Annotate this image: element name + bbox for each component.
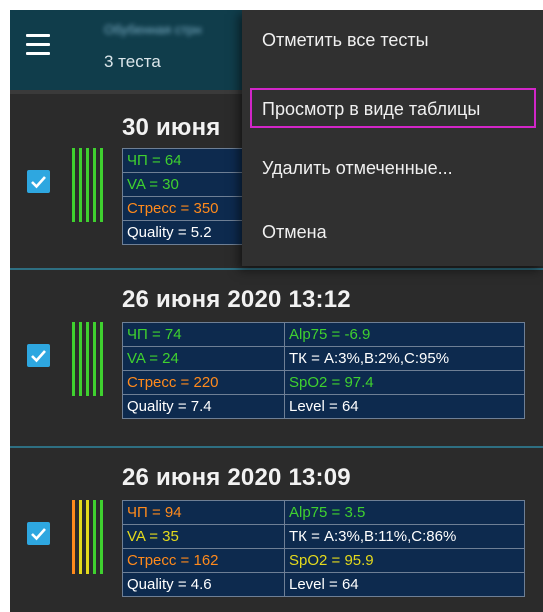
quality-value: Quality = 7.4	[122, 394, 285, 419]
test-date: 26 июня 2020 13:09	[122, 464, 351, 491]
table-row: ЧП = 94 Alp75 = 3.5	[122, 500, 525, 525]
table-row: Стресс = 162 SpO2 = 95.9	[122, 548, 525, 573]
table-row: VA = 35 ТК = A:3%,B:11%,C:86%	[122, 524, 525, 549]
heart-rate-value: ЧП = 94	[122, 500, 285, 525]
table-row: VA = 24 ТК = A:3%,B:2%,C:95%	[122, 346, 525, 371]
menu-item-label: Отметить все тесты	[262, 30, 429, 50]
menu-item-select-all[interactable]: Отметить все тесты	[242, 10, 543, 74]
test-date: 26 июня 2020 13:12	[122, 286, 351, 313]
test-checkbox[interactable]	[27, 522, 50, 545]
menu-item-label: Просмотр в виде таблицы	[262, 99, 481, 119]
menu-item-label: Отмена	[262, 222, 327, 242]
test-checkbox[interactable]	[27, 170, 50, 193]
stress-value: Стресс = 162	[122, 548, 285, 573]
table-row: ЧП = 74 Alp75 = -6.9	[122, 322, 525, 347]
hamburger-menu-icon[interactable]	[24, 32, 54, 58]
table-row: Quality = 7.4 Level = 64	[122, 394, 525, 419]
quality-bars-icon	[72, 148, 106, 222]
alpha-value: Alp75 = -6.9	[284, 322, 525, 347]
test-checkbox[interactable]	[27, 344, 50, 367]
overflow-menu: Отметить все тесты Просмотр в виде табли…	[242, 10, 543, 266]
tk-value: ТК = A:3%,B:11%,C:86%	[284, 524, 525, 549]
menu-item-label: Удалить отмеченные...	[262, 158, 453, 178]
level-value: Level = 64	[284, 572, 525, 597]
test-card-3[interactable]: 26 июня 2020 13:09 ЧП = 94 Alp75 = 3.5 VA…	[10, 448, 543, 612]
toolbar-subtitle: 3 теста	[104, 52, 161, 71]
spo2-value: SpO2 = 97.4	[284, 370, 525, 395]
table-row: Стресс = 220 SpO2 = 97.4	[122, 370, 525, 395]
test-metrics-table: ЧП = 74 Alp75 = -6.9 VA = 24 ТК = A:3%,B:2…	[122, 322, 525, 419]
toolbar-title: Обубенная стрн	[104, 22, 202, 37]
menu-item-delete-selected[interactable]: Удалить отмеченные...	[242, 138, 543, 202]
quality-bars-icon	[72, 322, 106, 396]
test-date: 30 июня	[122, 114, 221, 141]
menu-item-table-view[interactable]: Просмотр в виде таблицы	[250, 88, 536, 128]
tk-value: ТК = A:3%,B:2%,C:95%	[284, 346, 525, 371]
test-metrics-table: ЧП = 94 Alp75 = 3.5 VA = 35 ТК = A:3%,B:11…	[122, 500, 525, 597]
test-card-2[interactable]: 26 июня 2020 13:12 ЧП = 74 Alp75 = -6.9 V…	[10, 270, 543, 446]
va-value: VA = 24	[122, 346, 285, 371]
heart-rate-value: ЧП = 74	[122, 322, 285, 347]
quality-value: Quality = 4.6	[122, 572, 285, 597]
app-screen: Обубенная стрн 3 теста 30 июня ЧП = 64 V…	[10, 10, 543, 612]
level-value: Level = 64	[284, 394, 525, 419]
menu-item-cancel[interactable]: Отмена	[242, 202, 543, 266]
stress-value: Стресс = 220	[122, 370, 285, 395]
table-row: Quality = 4.6 Level = 64	[122, 572, 525, 597]
alpha-value: Alp75 = 3.5	[284, 500, 525, 525]
va-value: VA = 35	[122, 524, 285, 549]
quality-bars-icon	[72, 500, 106, 574]
spo2-value: SpO2 = 95.9	[284, 548, 525, 573]
